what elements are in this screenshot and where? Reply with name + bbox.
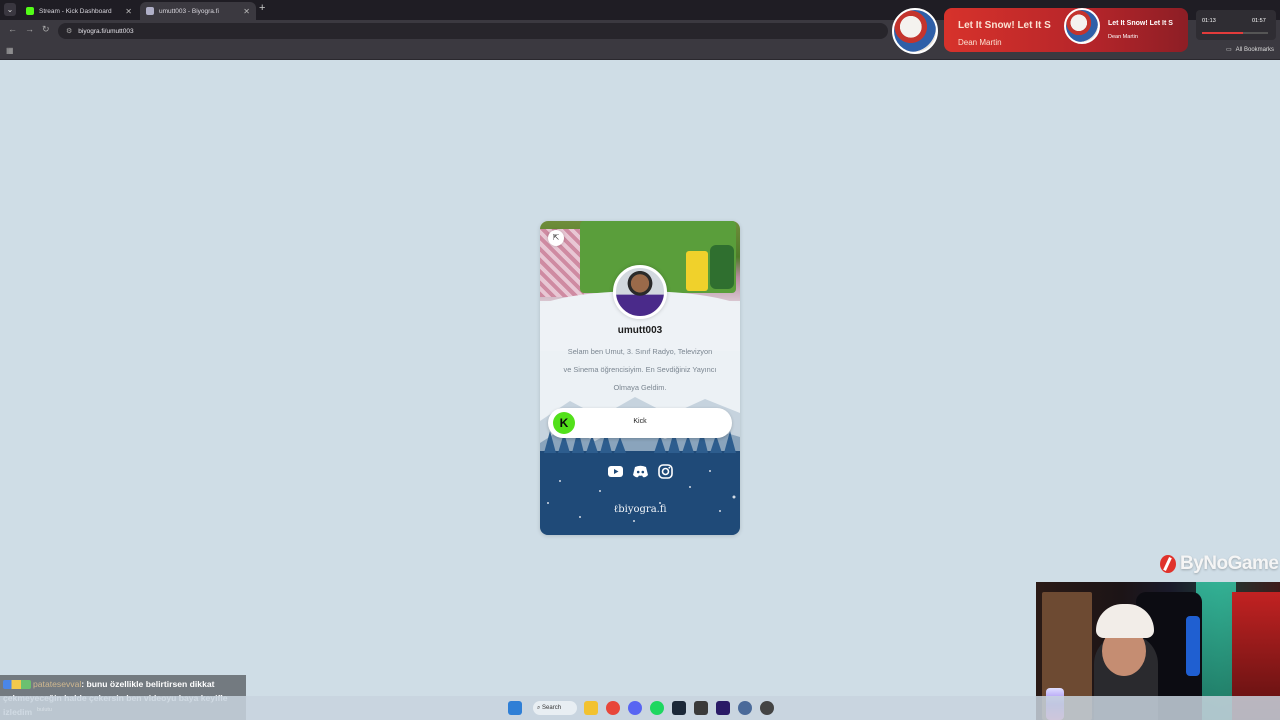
discord-icon[interactable]	[628, 701, 642, 715]
new-tab-button[interactable]: +	[259, 2, 265, 14]
taskbar: ⌕ Search	[0, 696, 1280, 720]
profile-bio: Selam ben Umut, 3. Sınıf Radyo, Televizy…	[546, 343, 734, 397]
app-icon[interactable]	[694, 701, 708, 715]
bynogame-icon	[1160, 555, 1176, 573]
progress-fill	[1202, 32, 1243, 34]
emote-icons	[3, 680, 31, 690]
kick-icon	[26, 7, 34, 15]
song-title: Let It Snow! Let It S	[958, 20, 1051, 31]
biyografi-icon	[146, 7, 154, 15]
file-explorer-icon[interactable]	[584, 701, 598, 715]
back-icon[interactable]: ←	[8, 24, 17, 34]
webcam-chair-accent	[1186, 616, 1200, 676]
tab-label: Stream - Kick Dashboard	[39, 7, 112, 15]
profile-username: umutt003	[617, 325, 663, 336]
premiere-icon[interactable]	[716, 701, 730, 715]
youtube-icon[interactable]	[607, 463, 624, 480]
windows-start-icon[interactable]	[508, 701, 522, 715]
chrome-icon[interactable]	[606, 701, 620, 715]
album-art	[892, 8, 938, 54]
song-artist: Dean Martin	[958, 38, 1002, 47]
song-progress: 01:13 01:57	[1196, 10, 1276, 40]
chat-sub-label: bulutu	[37, 707, 52, 713]
kick-link-button[interactable]: K Kick	[548, 408, 732, 438]
tab-label: umutt003 - Biyogra.fi	[159, 7, 219, 15]
settings-icon[interactable]	[738, 701, 752, 715]
reload-icon[interactable]: ↻	[42, 24, 50, 35]
share-icon[interactable]: ⇱	[548, 230, 564, 246]
obs-icon[interactable]	[760, 701, 774, 715]
avatar	[613, 265, 667, 319]
all-bookmarks-button[interactable]: ▭ All Bookmarks	[1225, 46, 1274, 54]
album-art-small	[1064, 8, 1100, 44]
tab-biyografi[interactable]: umutt003 - Biyogra.fi ✕	[140, 2, 256, 20]
tab-kick-dashboard[interactable]: Stream - Kick Dashboard ✕	[20, 2, 138, 20]
song-title-small: Let It Snow! Let It S	[1108, 20, 1173, 27]
biyografi-brand[interactable]: ℓbiyogra.fi	[540, 504, 740, 515]
sponsor-logo: ByNoGame	[1160, 553, 1279, 575]
chat-username: patatesevval	[33, 679, 82, 689]
close-icon[interactable]: ✕	[125, 7, 132, 16]
banner-yellow	[686, 251, 708, 291]
brand-text: biyogra.fi	[618, 504, 667, 515]
sponsor-text: ByNoGame	[1180, 553, 1279, 574]
bio-line: Olmaya Geldim.	[613, 383, 667, 392]
now-playing-overlay: Let It Snow! Let It S Dean Martin Let It…	[892, 4, 1192, 56]
bio-line: ve Sinema öğrencisiyim. En Sevdiğiniz Ya…	[563, 365, 717, 374]
spotify-icon[interactable]	[650, 701, 664, 715]
discord-icon[interactable]	[632, 463, 649, 480]
social-links	[540, 463, 740, 480]
search-label: Search	[542, 705, 562, 711]
taskbar-search[interactable]: ⌕ Search	[533, 701, 577, 715]
folder-icon: ▭	[1225, 47, 1232, 53]
progress-track	[1202, 32, 1268, 34]
site-info-icon[interactable]: ⚙	[66, 27, 72, 35]
apps-grid-icon[interactable]: ▦	[6, 46, 14, 55]
bio-line: Selam ben Umut, 3. Sınıf Radyo, Televizy…	[567, 347, 713, 356]
song-artist-small: Dean Martin	[1108, 34, 1138, 40]
all-bookmarks-label: All Bookmarks	[1235, 46, 1274, 53]
kick-link-label: Kick	[633, 418, 647, 425]
close-icon[interactable]: ✕	[243, 7, 250, 16]
tab-search-dropdown[interactable]: ⌄	[4, 3, 16, 16]
forward-icon[interactable]: →	[25, 24, 34, 34]
banner-tree	[710, 245, 734, 289]
profile-card: ⇱ umutt003 Selam ben Umut, 3. Sınıf Rady…	[540, 221, 740, 535]
total-time: 01:57	[1252, 18, 1266, 24]
address-bar[interactable]: ⚙ biyogra.fi/umutt003	[58, 23, 888, 39]
elapsed-time: 01:13	[1202, 18, 1216, 24]
url-text: biyogra.fi/umutt003	[78, 27, 134, 35]
instagram-icon[interactable]	[657, 463, 674, 480]
steam-icon[interactable]	[672, 701, 686, 715]
